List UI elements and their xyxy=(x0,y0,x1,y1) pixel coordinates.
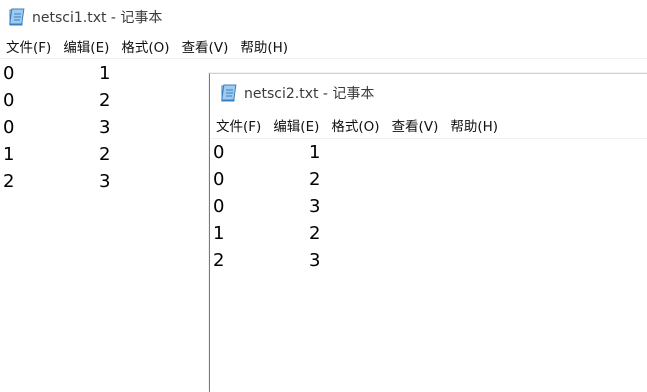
window-title: netsci2.txt - 记事本 xyxy=(244,86,375,102)
title-bar[interactable]: netsci2.txt - 记事本 xyxy=(210,74,647,112)
menu-bar: 文件(F) 编辑(E) 格式(O) 查看(V) 帮助(H) xyxy=(210,112,647,139)
menu-format[interactable]: 格式(O) xyxy=(115,36,175,56)
notepad-icon xyxy=(9,8,25,26)
menu-edit[interactable]: 编辑(E) xyxy=(57,36,115,56)
menu-format[interactable]: 格式(O) xyxy=(325,115,385,135)
menu-help[interactable]: 帮助(H) xyxy=(234,36,294,56)
menu-file[interactable]: 文件(F) xyxy=(210,115,267,135)
window-title: netsci1.txt - 记事本 xyxy=(32,10,163,26)
menu-view[interactable]: 查看(V) xyxy=(176,36,235,56)
text-line: 02 xyxy=(213,169,321,190)
menu-edit[interactable]: 编辑(E) xyxy=(267,115,325,135)
text-line: 03 xyxy=(213,196,321,217)
text-line: 01 xyxy=(213,142,321,163)
title-bar[interactable]: netsci1.txt - 记事本 xyxy=(0,0,647,34)
text-editor-area[interactable]: 01 02 03 12 23 xyxy=(210,139,647,392)
menu-help[interactable]: 帮助(H) xyxy=(444,115,504,135)
text-line: 23 xyxy=(213,250,321,271)
menu-file[interactable]: 文件(F) xyxy=(0,36,57,56)
menu-view[interactable]: 查看(V) xyxy=(386,115,445,135)
text-line: 12 xyxy=(213,223,321,244)
notepad-icon xyxy=(221,84,237,102)
notepad-window-2[interactable]: netsci2.txt - 记事本 文件(F) 编辑(E) 格式(O) 查看(V… xyxy=(209,73,647,392)
menu-bar: 文件(F) 编辑(E) 格式(O) 查看(V) 帮助(H) xyxy=(0,34,647,59)
